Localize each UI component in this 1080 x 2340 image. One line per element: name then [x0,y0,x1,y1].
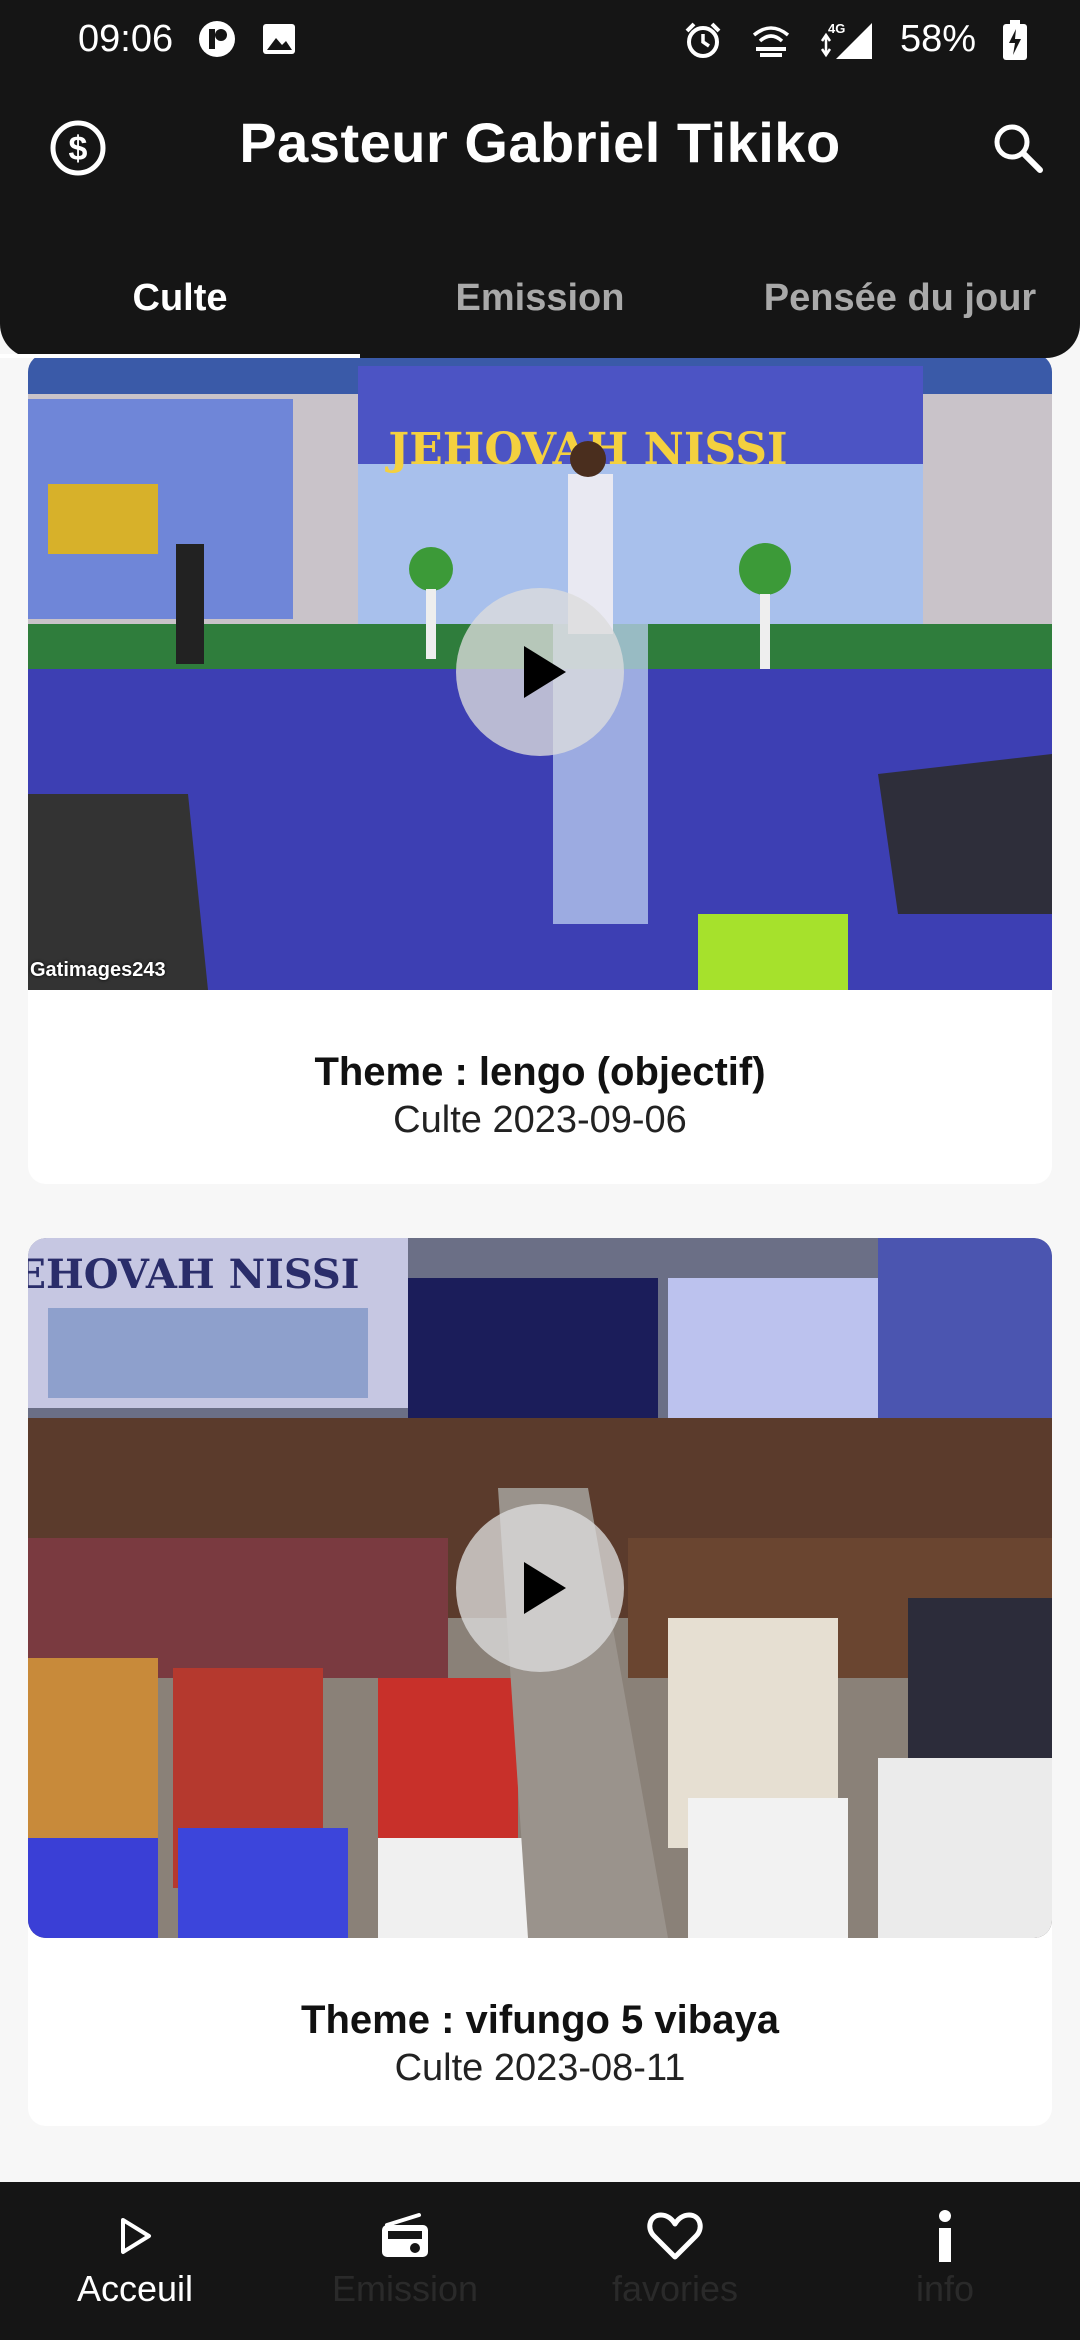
tab-pensee-du-jour[interactable]: Pensée du jour [720,238,1080,358]
video-card[interactable]: JEHOVAH NISSI [28,358,1052,1184]
heart-icon [647,2212,703,2260]
page-title: Pasteur Gabriel Tikiko [239,111,841,174]
video-card[interactable]: JEHOVAH NISSI [28,1238,1052,2126]
nav-item-favories[interactable]: favories [540,2182,810,2340]
battery-percent: 58% [899,18,976,60]
tab-bar: Culte Emission Pensée du jour [0,238,1080,358]
video-thumbnail[interactable]: JEHOVAH NISSI [28,1238,1052,1938]
battery-charging-icon [1003,19,1027,60]
card-caption: Theme : vifungo 5 vibaya Culte 2023-08-1… [28,1938,1052,2092]
bottom-nav: Acceuil Emission favories info [0,2182,1080,2340]
play-icon [524,1562,566,1614]
svg-text:JEHOVAH NISSI: JEHOVAH NISSI [28,1251,359,1298]
tab-emission[interactable]: Emission [360,238,720,358]
play-button[interactable] [456,1504,624,1672]
wifi-calling-icon [752,25,790,57]
card-caption: Theme : lengo (objectif) Culte 2023-09-0… [28,990,1052,1144]
search-button[interactable] [978,108,1058,188]
svg-text:4G: 4G [828,21,845,36]
watermark-text: Gatimages243 [30,959,166,981]
nav-label: Acceuil [76,2268,194,2309]
nav-item-info[interactable]: info [810,2182,1080,2340]
radio-icon [382,2213,428,2257]
tab-culte[interactable]: Culte [0,238,360,358]
nav-item-acceuil[interactable]: Acceuil [0,2182,270,2340]
card-date: Culte 2023-09-06 [393,1099,687,1141]
nav-label: Emission [331,2268,479,2309]
play-outline-icon [121,2218,151,2254]
nav-label: favories [611,2268,739,2309]
app-notification-icon [199,21,235,57]
card-date: Culte 2023-08-11 [394,2047,686,2089]
card-theme: Theme : lengo (objectif) [314,1050,766,1094]
nav-item-emission[interactable]: Emission [270,2182,540,2340]
status-time: 09:06 [78,18,174,60]
card-theme: Theme : vifungo 5 vibaya [301,1998,779,2042]
content-list[interactable]: JEHOVAH NISSI Gatimages243 Theme: lengo… [0,358,1080,2182]
image-icon [263,24,295,54]
alarm-icon [685,22,721,58]
signal-4g-icon: 4G [820,21,872,59]
play-icon [524,646,566,698]
search-icon [994,124,1043,173]
info-icon [939,2210,951,2262]
video-thumbnail[interactable]: JEHOVAH NISSI [28,358,1052,990]
status-bar: 09:06 4G 58% [0,0,1080,80]
app-bar: $ Pasteur Gabriel Tikiko Culte Emission … [0,80,1080,358]
play-button[interactable] [456,588,624,756]
nav-label: info [915,2268,975,2309]
